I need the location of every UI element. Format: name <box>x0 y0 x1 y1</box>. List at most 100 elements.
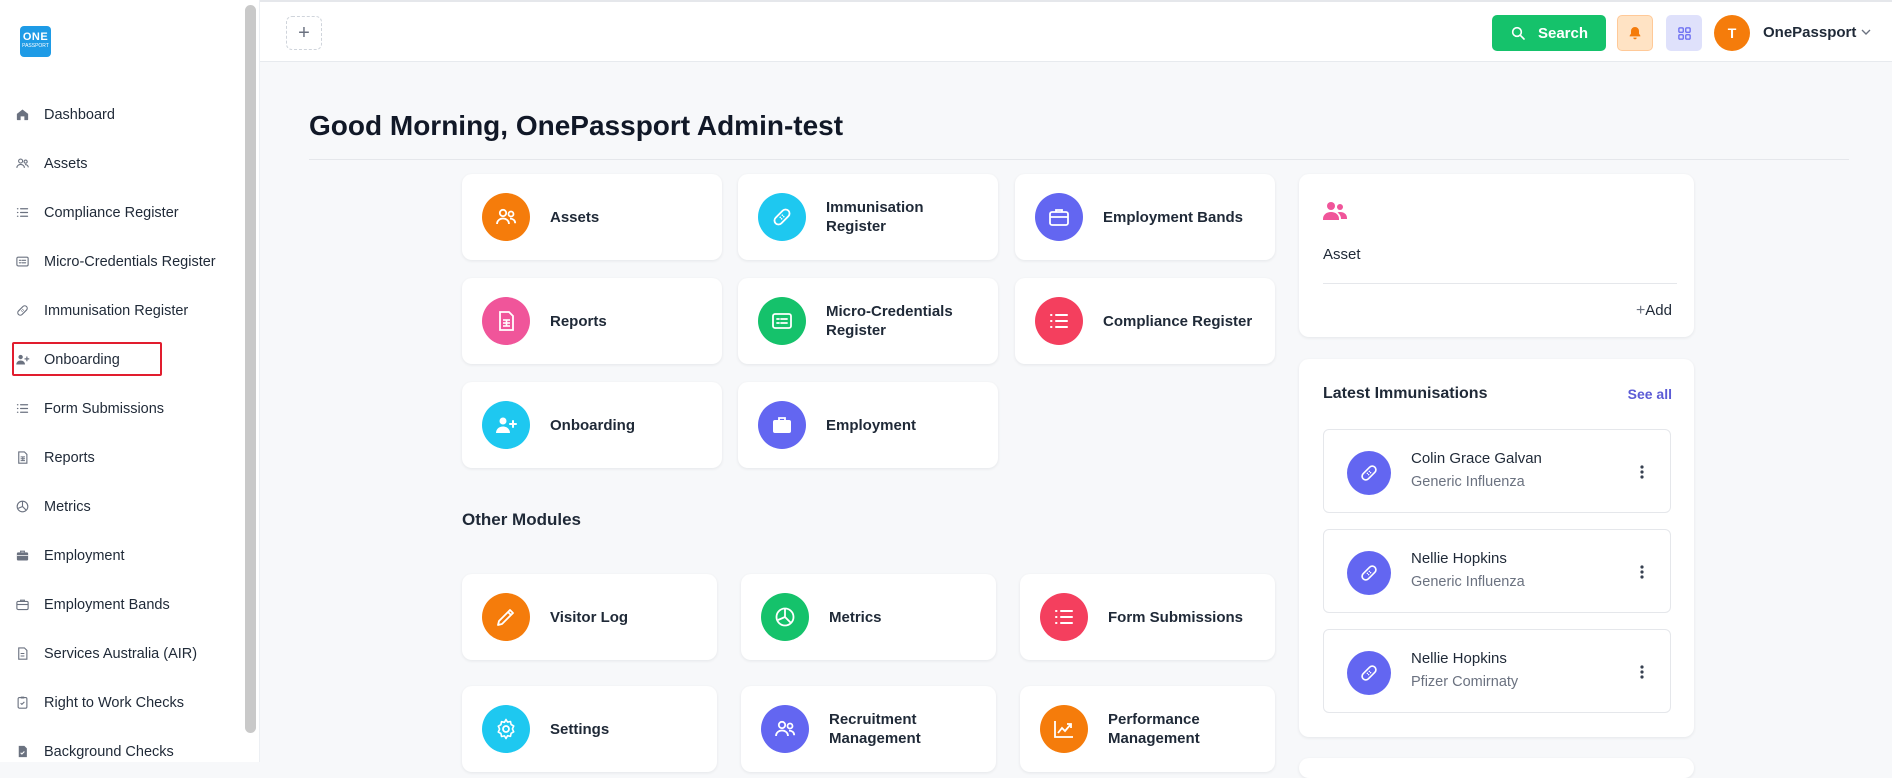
module-card-reports[interactable]: Reports <box>462 278 722 364</box>
immunisation-list-item[interactable]: Nellie Hopkins Pfizer Comirnaty <box>1323 629 1671 713</box>
list-icon <box>1040 593 1088 641</box>
notifications-button[interactable] <box>1617 15 1653 51</box>
users-icon <box>1323 202 1347 220</box>
sidebar-item-label: Reports <box>44 449 95 466</box>
module-card-performance-management[interactable]: Performance Management <box>1020 686 1275 772</box>
sidebar-item-right-to-work-checks[interactable]: Right to Work Checks <box>0 678 245 727</box>
module-card-immunisation-register[interactable]: Immunisation Register <box>738 174 998 260</box>
pie-icon <box>16 500 28 513</box>
divider <box>309 159 1849 160</box>
users-icon <box>775 720 796 737</box>
apps-grid-button[interactable] <box>1666 15 1702 51</box>
module-card-label: Settings <box>550 720 610 738</box>
document-icon <box>17 647 27 660</box>
module-card-micro-credentials-register[interactable]: Micro-Credentials Register <box>738 278 998 364</box>
sidebar-item-employment-bands[interactable]: Employment Bands <box>0 580 245 629</box>
more-options-icon[interactable] <box>1634 462 1650 482</box>
briefcase-outline-icon <box>15 599 29 611</box>
module-card-form-submissions[interactable]: Form Submissions <box>1020 574 1275 660</box>
sidebar-item-micro-credentials-register[interactable]: Micro-Credentials Register <box>0 237 245 286</box>
page-greeting: Good Morning, OnePassport Admin-test <box>309 110 844 141</box>
sidebar-item-dashboard[interactable]: Dashboard <box>0 90 245 139</box>
users-icon <box>496 208 517 225</box>
sidebar-item-assets[interactable]: Assets <box>0 139 245 188</box>
module-card-employment[interactable]: Employment <box>738 382 998 468</box>
immunisation-list-item[interactable]: Colin Grace Galvan Generic Influenza <box>1323 429 1671 513</box>
sidebar-item-immunisation-register[interactable]: Immunisation Register <box>0 286 245 335</box>
module-card-metrics[interactable]: Metrics <box>741 574 996 660</box>
module-card-label: Employment Bands <box>1103 208 1244 226</box>
sidebar-item-label: Form Submissions <box>44 400 165 417</box>
grid-icon <box>1677 26 1691 40</box>
immunisation-list-item[interactable]: Nellie Hopkins Generic Influenza <box>1323 529 1671 613</box>
sidebar-item-employment[interactable]: Employment <box>0 531 245 580</box>
add-tab-button[interactable]: + <box>286 16 322 50</box>
id-card-icon <box>772 313 792 329</box>
more-options-icon[interactable] <box>1634 662 1650 682</box>
immunisation-vaccine: Pfizer Comirnaty <box>1411 674 1519 690</box>
add-asset-button[interactable]: +Add <box>1636 302 1672 320</box>
bandage-icon <box>14 303 30 319</box>
user-plus-icon <box>482 401 530 449</box>
file-check-icon <box>14 744 30 760</box>
more-options-icon[interactable] <box>1634 562 1650 582</box>
list-icon <box>14 401 30 417</box>
gear-icon <box>482 705 530 753</box>
sidebar-item-label: Compliance Register <box>44 204 179 221</box>
search-button[interactable]: Search <box>1492 15 1606 51</box>
report-icon <box>17 451 27 464</box>
module-card-label: Metrics <box>829 608 882 626</box>
sidebar-item-label: Metrics <box>44 498 91 515</box>
module-card-assets[interactable]: Assets <box>462 174 722 260</box>
logo-text-passport: PASSPORT <box>22 43 49 49</box>
sidebar-item-label: Immunisation Register <box>44 302 189 319</box>
onepassport-logo[interactable]: ONE PASSPORT <box>20 26 51 57</box>
briefcase-outline-icon <box>14 597 30 613</box>
gear-icon <box>497 718 515 740</box>
file-check-icon <box>18 745 27 758</box>
bandage-icon <box>773 208 791 226</box>
module-card-settings[interactable]: Settings <box>462 686 717 772</box>
immunisation-vaccine: Generic Influenza <box>1411 574 1525 590</box>
sidebar-item-label: Services Australia (AIR) <box>44 645 198 662</box>
sidebar-item-services-australia-air[interactable]: Services Australia (AIR) <box>0 629 245 678</box>
divider <box>1323 283 1677 284</box>
module-card-visitor-log[interactable]: Visitor Log <box>462 574 717 660</box>
bandage-icon <box>1361 565 1377 581</box>
briefcase-icon <box>14 548 30 564</box>
bandage-icon <box>1361 465 1377 481</box>
see-all-link[interactable]: See all <box>1628 386 1672 402</box>
users-icon <box>14 156 30 172</box>
module-card-compliance-register[interactable]: Compliance Register <box>1015 278 1275 364</box>
module-card-label: Reports <box>550 312 607 330</box>
sidebar-item-form-submissions[interactable]: Form Submissions <box>0 384 245 433</box>
module-card-onboarding[interactable]: Onboarding <box>462 382 722 468</box>
user-name[interactable]: OnePassport <box>1763 24 1856 41</box>
sidebar-item-label: Assets <box>44 155 88 172</box>
plus-icon: + <box>1635 302 1646 319</box>
clipboard-check-icon <box>14 695 30 711</box>
sidebar-item-metrics[interactable]: Metrics <box>0 482 245 531</box>
pie-icon <box>775 607 795 627</box>
user-avatar[interactable]: T <box>1714 15 1750 51</box>
report-icon <box>499 311 514 331</box>
sidebar-scrollbar[interactable] <box>245 5 256 733</box>
sidebar-item-reports[interactable]: Reports <box>0 433 245 482</box>
sidebar-item-label: Background Checks <box>44 743 174 760</box>
module-card-label: Immunisation Register <box>826 199 924 235</box>
module-card-label: Visitor Log <box>550 608 629 626</box>
module-card-employment-bands[interactable]: Employment Bands <box>1015 174 1275 260</box>
sidebar-item-onboarding[interactable]: Onboarding <box>0 335 245 384</box>
immunisation-person-name: Colin Grace Galvan <box>1411 450 1542 467</box>
home-icon <box>16 109 28 121</box>
list-icon <box>16 208 28 217</box>
sidebar-item-compliance-register[interactable]: Compliance Register <box>0 188 245 237</box>
briefcase-icon <box>16 550 28 561</box>
chevron-down-icon[interactable] <box>1858 24 1874 40</box>
module-card-recruitment-management[interactable]: Recruitment Management <box>741 686 996 772</box>
asset-panel: Asset +Add <box>1299 174 1694 337</box>
chart-icon <box>1040 705 1088 753</box>
sidebar-item-background-checks[interactable]: Background Checks <box>0 727 245 776</box>
bandage-icon <box>1347 651 1391 695</box>
sidebar-item-label: Micro-Credentials Register <box>44 253 216 270</box>
